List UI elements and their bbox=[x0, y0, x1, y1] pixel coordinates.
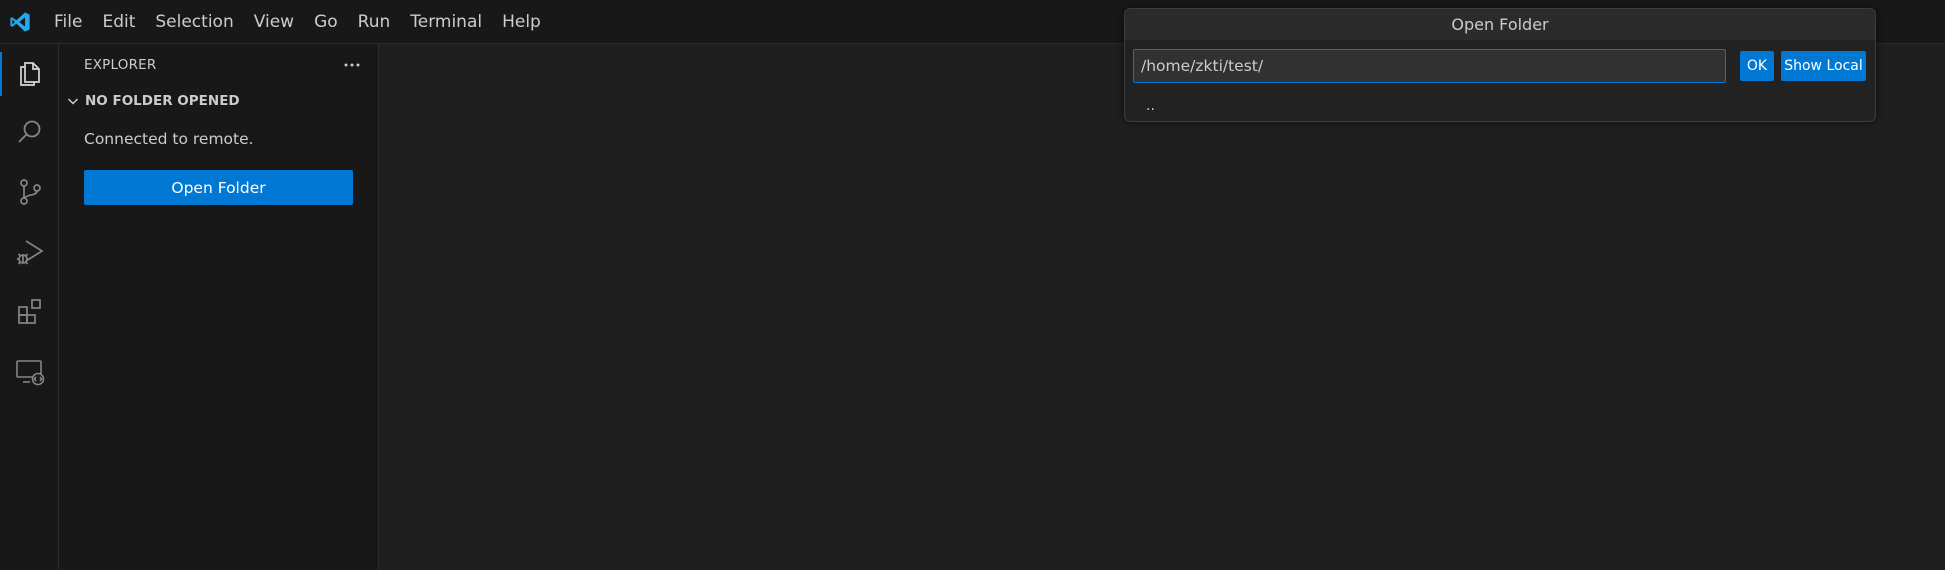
activity-extensions[interactable] bbox=[0, 284, 59, 344]
extensions-icon bbox=[15, 297, 45, 331]
activity-remote-explorer[interactable] bbox=[0, 344, 59, 404]
activity-source-control[interactable] bbox=[0, 164, 59, 224]
open-folder-button[interactable]: Open Folder bbox=[84, 170, 353, 205]
activity-search[interactable] bbox=[0, 104, 59, 164]
remote-explorer-icon bbox=[14, 356, 46, 392]
activity-run-debug[interactable] bbox=[0, 224, 59, 284]
activity-explorer[interactable] bbox=[0, 44, 59, 104]
menu-terminal[interactable]: Terminal bbox=[400, 7, 492, 37]
sidebar-explorer: EXPLORER NO FOLDER OPENED Connected to r… bbox=[59, 44, 379, 570]
menu-view[interactable]: View bbox=[244, 7, 304, 37]
sidebar-title: EXPLORER bbox=[84, 57, 157, 73]
activity-bar bbox=[0, 44, 59, 570]
run-debug-icon bbox=[14, 236, 46, 272]
open-folder-dialog: Open Folder OK Show Local .. bbox=[1124, 8, 1876, 122]
menu-bar: File Edit Selection View Go Run Terminal… bbox=[44, 0, 551, 44]
menu-go[interactable]: Go bbox=[304, 7, 348, 37]
ok-button[interactable]: OK bbox=[1740, 51, 1774, 81]
menu-file[interactable]: File bbox=[44, 7, 92, 37]
connected-message: Connected to remote. bbox=[84, 130, 254, 148]
menu-run[interactable]: Run bbox=[348, 7, 401, 37]
dialog-input-row: OK Show Local bbox=[1133, 49, 1869, 83]
sidebar-header: EXPLORER bbox=[59, 44, 378, 86]
section-title: NO FOLDER OPENED bbox=[85, 93, 240, 109]
dialog-title: Open Folder bbox=[1125, 9, 1875, 40]
folder-path-input[interactable] bbox=[1133, 49, 1726, 83]
menu-selection[interactable]: Selection bbox=[145, 7, 243, 37]
search-icon bbox=[15, 117, 45, 151]
more-actions-icon[interactable] bbox=[340, 53, 364, 77]
menu-edit[interactable]: Edit bbox=[92, 7, 145, 37]
vscode-logo-icon bbox=[0, 0, 40, 44]
menu-help[interactable]: Help bbox=[492, 7, 551, 37]
editor-area bbox=[379, 44, 1945, 570]
show-local-button[interactable]: Show Local bbox=[1781, 51, 1866, 81]
files-icon bbox=[15, 57, 45, 91]
source-control-icon bbox=[15, 177, 45, 211]
section-no-folder[interactable]: NO FOLDER OPENED bbox=[59, 86, 378, 116]
list-item-parent-directory[interactable]: .. bbox=[1125, 97, 1875, 119]
folder-list: .. bbox=[1125, 97, 1875, 119]
chevron-down-icon bbox=[65, 93, 81, 109]
